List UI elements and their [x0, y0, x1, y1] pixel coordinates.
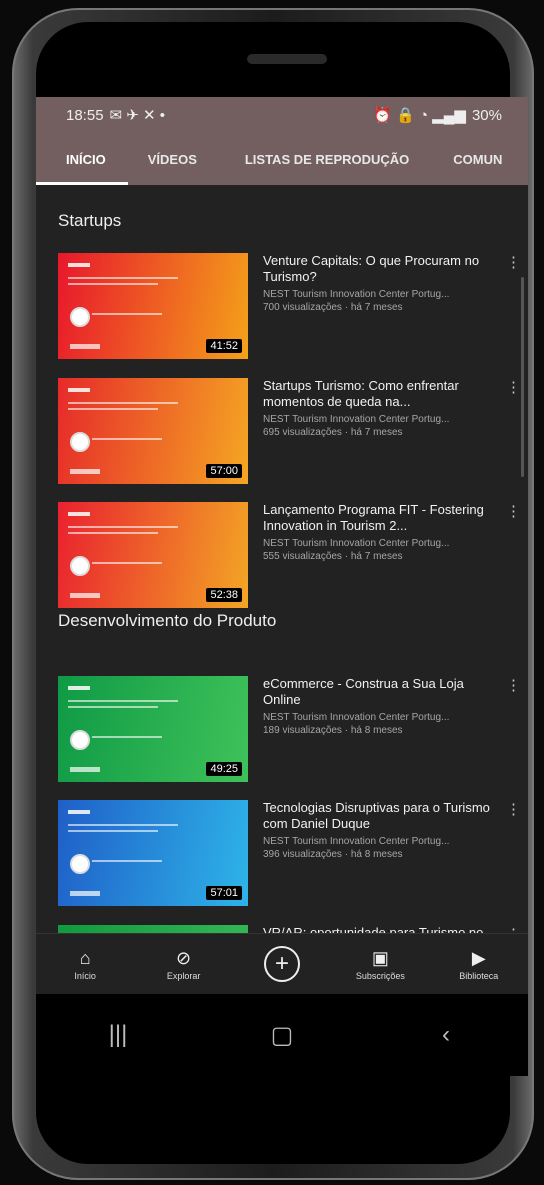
video-info: Venture Capitals: O que Procuram no Turi… [263, 253, 493, 314]
video-channel: NEST Tourism Innovation Center Portug... [263, 538, 450, 549]
video-title[interactable]: Lançamento Programa FIT - Fostering Inno… [263, 502, 493, 534]
video-info: Tecnologias Disruptivas para o Turismo c… [263, 800, 493, 861]
video-duration: 41:52 [206, 339, 242, 353]
tab-playlists[interactable]: LISTAS DE REPRODUÇÃO [231, 152, 423, 167]
back-icon[interactable]: ‹ [416, 1021, 476, 1049]
status-bar: 18:55 ✉ ✈ ✕ • ⏰ 🔒 ◔ ▂▄▆ 30% [36, 97, 528, 133]
nav-home[interactable]: ⌂ Início [45, 948, 125, 981]
tab-inicio[interactable]: INÍCIO [36, 152, 120, 167]
clock: 18:55 [66, 106, 104, 124]
battery-level: 30% [471, 106, 502, 124]
scrollbar[interactable] [521, 277, 524, 477]
system-navigation-bar: ||| ▢ ‹ [36, 994, 528, 1076]
video-thumbnail[interactable]: 57:01 [58, 800, 248, 906]
video-title[interactable]: Tecnologias Disruptivas para o Turismo c… [263, 800, 493, 832]
video-duration: 49:25 [206, 762, 242, 776]
nav-library[interactable]: ▶ Biblioteca [439, 948, 519, 981]
section-title-product: Desenvolvimento do Produto [58, 611, 277, 630]
tab-community[interactable]: COMUN [439, 152, 516, 167]
video-thumbnail[interactable]: 52:38 [58, 502, 248, 608]
section-title-startups: Startups [58, 211, 122, 230]
active-tab-indicator [36, 182, 128, 185]
video-meta: 700 visualizações · há 7 meses [263, 302, 403, 313]
video-item[interactable]: 57:00 Startups Turismo: Como enfrentar mo… [58, 378, 521, 486]
subscriptions-icon: ▣ [371, 947, 389, 968]
more-options-icon[interactable]: ⋮ [506, 253, 521, 271]
video-info: Startups Turismo: Como enfrentar momento… [263, 378, 493, 439]
nav-subscriptions[interactable]: ▣ Subscrições [340, 948, 420, 981]
video-item[interactable]: 57:01 Tecnologias Disruptivas para o Turi… [58, 800, 521, 908]
video-channel: NEST Tourism Innovation Center Portug... [263, 836, 450, 847]
video-channel: NEST Tourism Innovation Center Portug... [263, 414, 450, 425]
home-button-icon[interactable]: ▢ [252, 1021, 312, 1050]
recent-apps-icon[interactable]: ||| [88, 1021, 148, 1049]
tab-videos[interactable]: VÍDEOS [134, 152, 211, 167]
video-item[interactable]: 41:52 Venture Capitals: O que Procuram no… [58, 253, 521, 361]
video-duration: 52:38 [206, 588, 242, 602]
video-thumbnail[interactable]: 57:00 [58, 378, 248, 484]
video-duration: 57:01 [206, 886, 242, 900]
video-thumbnail[interactable]: 49:25 [58, 676, 248, 782]
compass-icon: ⊘ [176, 947, 192, 968]
video-channel: NEST Tourism Innovation Center Portug... [263, 289, 450, 300]
more-options-icon[interactable]: ⋮ [506, 676, 521, 694]
bottom-navigation: ⌂ Início ⊘ Explorar + ▣ Subscrições ▶ Bi… [36, 933, 528, 994]
speaker-grille [247, 54, 327, 64]
add-icon: + [263, 946, 300, 982]
nav-explore[interactable]: ⊘ Explorar [144, 948, 224, 981]
video-meta: 555 visualizações · há 7 meses [263, 551, 403, 562]
video-item[interactable]: 52:38 Lançamento Programa FIT - Fostering… [58, 502, 521, 610]
video-channel: NEST Tourism Innovation Center Portug... [263, 712, 450, 723]
signal-icons: ⏰ 🔒 ◔ ▂▄▆ [373, 107, 466, 124]
more-options-icon[interactable]: ⋮ [506, 378, 521, 396]
video-title[interactable]: eCommerce - Construa a Sua Loja Online [263, 676, 493, 708]
more-options-icon[interactable]: ⋮ [506, 800, 521, 818]
video-title[interactable]: Venture Capitals: O que Procuram no Turi… [263, 253, 493, 285]
video-info: Lançamento Programa FIT - Fostering Inno… [263, 502, 493, 563]
more-options-icon[interactable]: ⋮ [506, 502, 521, 520]
video-duration: 57:00 [206, 464, 242, 478]
video-info: eCommerce - Construa a Sua Loja Online NE… [263, 676, 493, 737]
video-meta: 396 visualizações · há 8 meses [263, 849, 403, 860]
notification-icons: ✉ ✈ ✕ • [109, 107, 166, 124]
video-meta: 695 visualizações · há 7 meses [263, 427, 403, 438]
screen: 18:55 ✉ ✈ ✕ • ⏰ 🔒 ◔ ▂▄▆ 30% INÍCIO VÍDEO… [36, 97, 528, 994]
nav-create[interactable]: + [242, 946, 322, 982]
video-title[interactable]: Startups Turismo: Como enfrentar momento… [263, 378, 493, 410]
video-thumbnail[interactable]: 41:52 [58, 253, 248, 359]
video-meta: 189 visualizações · há 8 meses [263, 725, 403, 736]
channel-tabs: INÍCIO VÍDEOS LISTAS DE REPRODUÇÃO COMUN [36, 133, 528, 185]
home-icon: ⌂ [79, 947, 91, 968]
video-item[interactable]: 49:25 eCommerce - Construa a Sua Loja Onl… [58, 676, 521, 784]
library-icon: ▶ [471, 947, 486, 968]
